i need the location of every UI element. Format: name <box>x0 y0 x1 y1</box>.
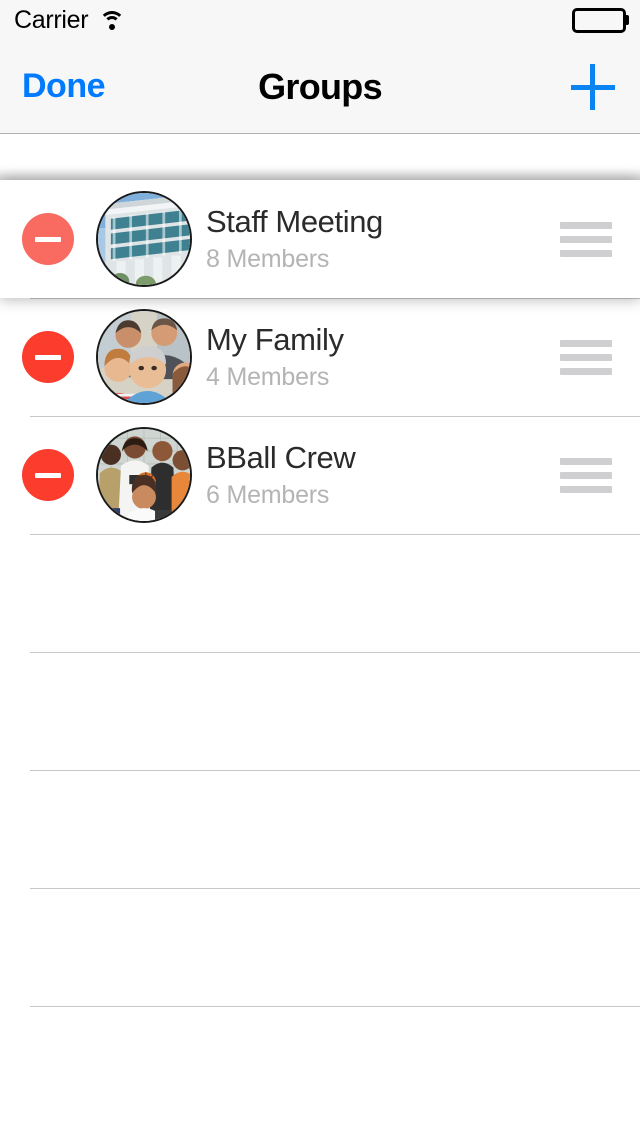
carrier-label: Carrier <box>14 5 89 34</box>
wifi-icon <box>98 9 126 31</box>
drag-placeholder-row <box>0 135 640 180</box>
avatar <box>96 427 192 523</box>
status-bar-left: Carrier <box>14 6 126 35</box>
member-count: 8 Members <box>206 244 330 273</box>
member-count: 4 Members <box>206 362 330 391</box>
row-text: Staff Meeting 8 Members <box>206 204 560 273</box>
group-name: Staff Meeting <box>206 204 383 240</box>
reorder-handle-icon[interactable] <box>560 339 612 375</box>
member-count: 6 Members <box>206 480 330 509</box>
reorder-handle-icon[interactable] <box>560 221 612 257</box>
battery-full-icon <box>572 7 629 33</box>
avatar <box>96 309 192 405</box>
empty-table-row <box>0 652 640 770</box>
row-separator <box>30 770 640 771</box>
empty-table-row <box>0 888 640 1006</box>
row-separator <box>30 534 640 535</box>
status-bar-right <box>572 7 629 33</box>
empty-table-row <box>0 534 640 652</box>
group-name: BBall Crew <box>206 440 356 476</box>
row-separator <box>30 1006 640 1007</box>
navigation-bar: Done Groups <box>0 40 640 134</box>
minus-circle-icon[interactable] <box>22 449 74 501</box>
add-group-button[interactable] <box>568 62 618 112</box>
app-screen: Carrier Done Groups Staff Meeting 8 Memb… <box>0 0 640 1136</box>
row-separator <box>30 888 640 889</box>
group-name: My Family <box>206 322 344 358</box>
reorder-handle-icon[interactable] <box>560 457 612 493</box>
row-separator <box>30 416 640 417</box>
row-separator <box>30 298 640 299</box>
done-button[interactable]: Done <box>22 67 106 106</box>
row-text: BBall Crew 6 Members <box>206 440 560 509</box>
avatar <box>96 191 192 287</box>
table-row[interactable]: My Family 4 Members <box>0 298 640 416</box>
minus-circle-icon[interactable] <box>22 213 74 265</box>
row-separator <box>30 652 640 653</box>
status-bar: Carrier <box>0 0 640 40</box>
groups-table[interactable]: Staff Meeting 8 Members My Family 4 Memb… <box>0 135 640 1136</box>
empty-table-row <box>0 770 640 888</box>
row-text: My Family 4 Members <box>206 322 560 391</box>
drag-shadow <box>0 168 640 180</box>
table-row[interactable]: BBall Crew 6 Members <box>0 416 640 534</box>
table-row[interactable]: Staff Meeting 8 Members <box>0 180 640 298</box>
empty-table-row <box>0 1006 640 1124</box>
minus-circle-icon[interactable] <box>22 331 74 383</box>
